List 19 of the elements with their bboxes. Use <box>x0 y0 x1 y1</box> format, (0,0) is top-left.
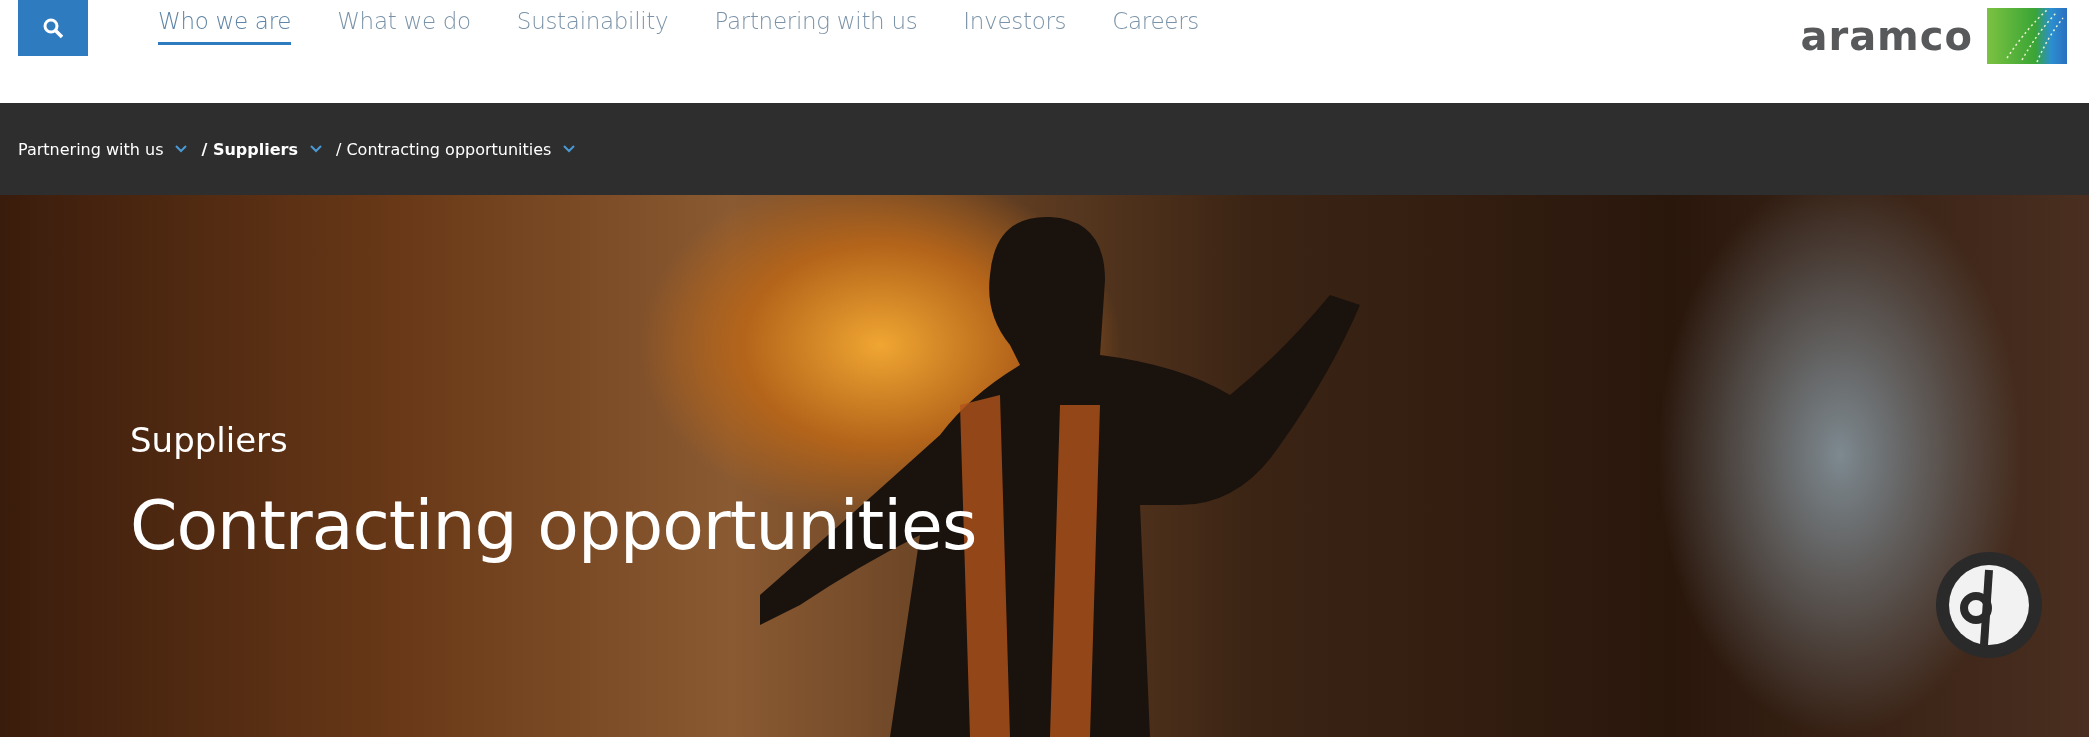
anniversary-emblem-icon <box>1934 550 2044 660</box>
breadcrumb-link[interactable]: / Contracting opportunities <box>335 139 576 159</box>
nav-link[interactable]: Careers <box>1112 8 1200 45</box>
nav-link[interactable]: What we do <box>337 8 471 45</box>
breadcrumb-link[interactable]: Partnering with us <box>18 139 188 159</box>
nav-link[interactable]: Sustainability <box>516 8 669 45</box>
breadcrumb-link[interactable]: / Suppliers <box>201 139 322 159</box>
nav-link[interactable]: Partnering with us <box>714 8 918 45</box>
hero-title: Contracting opportunities <box>130 486 977 565</box>
chevron-down-icon <box>563 145 576 153</box>
nav-link[interactable]: Who we are <box>158 8 292 45</box>
chevron-down-icon <box>309 145 322 153</box>
chevron-down-icon <box>175 145 188 153</box>
logo-wordmark[interactable]: aramco <box>1800 13 1973 59</box>
search-icon <box>42 17 64 39</box>
logo-icon <box>1987 8 2067 64</box>
hero-eyebrow: Suppliers <box>130 420 288 460</box>
nav-link[interactable]: Investors <box>963 8 1067 45</box>
search-button[interactable] <box>18 0 88 56</box>
